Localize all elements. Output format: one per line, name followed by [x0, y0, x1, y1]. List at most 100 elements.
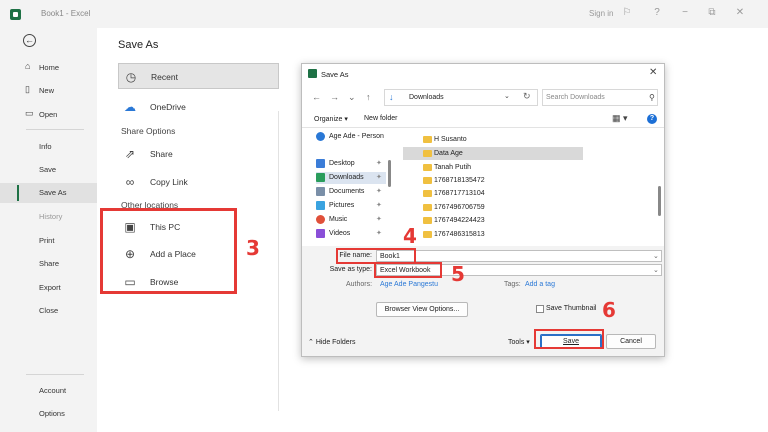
feedback-icon[interactable]: ⚐ — [620, 7, 634, 18]
save-thumbnail-label: Save Thumbnail — [546, 305, 597, 312]
tree-item-desktop[interactable]: Desktop ✦ — [316, 158, 386, 170]
nav-new[interactable]: ▯ New — [0, 81, 97, 101]
location-recent-label: Recent — [151, 72, 178, 82]
address-path-field[interactable]: ↓ Downloads — [384, 89, 538, 106]
nav-info-label: Info — [39, 142, 52, 151]
nav-share[interactable]: Share — [0, 254, 97, 274]
dialog-title-bar: Save As ✕ — [302, 64, 664, 84]
file-item[interactable]: 1767486315813 — [403, 228, 583, 241]
location-share[interactable]: ⇗ Share — [118, 141, 279, 167]
nav-info[interactable]: Info — [0, 137, 97, 157]
browser-view-options-button[interactable]: Browser View Options... — [376, 302, 468, 317]
tree-item-music[interactable]: Music ✦ — [316, 214, 386, 226]
nav-save[interactable]: Save — [0, 160, 97, 180]
recent-locations-icon[interactable]: ⌄ — [348, 92, 356, 103]
help-icon[interactable]: ? — [647, 114, 657, 124]
tree-item-onedrive[interactable]: Age Ade - Person — [316, 131, 386, 143]
file-item[interactable]: Tanah Putih — [403, 161, 583, 174]
tree-item-pictures[interactable]: Pictures ✦ — [316, 200, 386, 212]
home-icon: ⌂ — [25, 61, 31, 71]
new-file-icon: ▯ — [25, 84, 30, 94]
save-thumbnail-checkbox[interactable] — [536, 305, 544, 313]
tree-scrollbar[interactable] — [388, 160, 391, 187]
file-item[interactable]: H Susanto — [403, 133, 583, 146]
organize-button[interactable]: Organize ▾ — [314, 115, 348, 123]
file-item[interactable]: 1768718135472 — [403, 174, 583, 187]
tree-item-documents[interactable]: Documents ✦ — [316, 186, 386, 198]
location-copy-link[interactable]: ∞ Copy Link — [118, 169, 279, 195]
location-onedrive[interactable]: ☁ OneDrive — [118, 94, 279, 120]
file-item[interactable]: 1767494224423 — [403, 214, 583, 227]
file-item[interactable]: 1767496706759 — [403, 201, 583, 214]
tree-item-videos[interactable]: Videos ✦ — [316, 228, 386, 240]
refresh-icon[interactable]: ↻ — [523, 91, 531, 102]
pin-icon: ✦ — [376, 174, 382, 181]
nav-export[interactable]: Export — [0, 278, 97, 298]
nav-share-label: Share — [39, 259, 60, 268]
sign-in-link[interactable]: Sign in — [589, 9, 613, 18]
authors-value[interactable]: Age Ade Pangestu — [380, 281, 438, 288]
file-name: 1768718135472 — [434, 177, 485, 184]
back-arrow-icon[interactable]: ← — [23, 34, 36, 47]
nav-save-label: Save — [39, 165, 57, 174]
folder-icon — [423, 190, 432, 197]
folder-icon — [423, 231, 432, 238]
chevron-down-icon[interactable]: ⌄ — [653, 252, 659, 260]
file-item[interactable]: Data Age — [403, 147, 583, 160]
new-folder-button[interactable]: New folder — [364, 115, 397, 122]
location-recent[interactable]: ◷ Recent — [118, 63, 279, 89]
tags-value[interactable]: Add a tag — [525, 281, 555, 288]
chevron-down-icon[interactable]: ⌄ — [504, 92, 510, 100]
file-list-scrollbar[interactable] — [658, 186, 661, 216]
nav-options[interactable]: Options — [0, 404, 97, 424]
nav-save-as-label: Save As — [39, 188, 67, 197]
annotation-box-3 — [100, 208, 237, 294]
up-icon[interactable]: ↑ — [366, 92, 371, 102]
file-name-field[interactable]: Book1 ⌄ — [376, 250, 662, 262]
annotation-number-3: 3 — [246, 236, 260, 260]
pin-icon: ✦ — [376, 216, 382, 223]
nav-history-label: History — [39, 212, 63, 221]
back-icon[interactable]: ← — [312, 92, 321, 102]
file-item[interactable]: 1768717713104 — [403, 187, 583, 200]
cancel-button[interactable]: Cancel — [606, 334, 656, 349]
dialog-footer: ⌃ Hide Folders Tools ▾ Save Cancel — [302, 326, 664, 356]
nav-account[interactable]: Account — [0, 381, 97, 401]
search-placeholder: Search Downloads — [546, 94, 605, 101]
folder-icon — [423, 150, 432, 157]
nav-open-label: Open — [39, 110, 58, 119]
file-name: Data Age — [434, 150, 463, 157]
tree-item-label: Downloads — [329, 174, 364, 181]
nav-print[interactable]: Print — [0, 231, 97, 251]
tree-item-downloads[interactable]: Downloads ✦ — [316, 172, 386, 184]
nav-history: History — [0, 207, 97, 227]
nav-open[interactable]: ▭ Open — [0, 105, 97, 125]
search-input[interactable]: Search Downloads ⚲ — [542, 89, 658, 106]
pin-icon: ✦ — [376, 202, 382, 209]
restore-button[interactable]: ⧉ — [705, 7, 719, 18]
videos-icon — [316, 229, 325, 238]
excel-logo-icon — [308, 69, 317, 78]
address-path-text: Downloads — [409, 94, 444, 101]
tools-button[interactable]: Tools ▾ — [508, 338, 530, 346]
view-options-icon[interactable]: ▦ ▾ — [612, 113, 628, 124]
hide-folders-button[interactable]: ⌃ Hide Folders — [308, 338, 356, 346]
tools-label: Tools — [508, 339, 525, 346]
file-name: 1767494224423 — [434, 217, 485, 224]
pin-icon: ✦ — [376, 188, 382, 195]
nav-home[interactable]: ⌂ Home — [0, 58, 97, 78]
organize-label: Organize — [314, 116, 343, 123]
folder-icon — [423, 217, 432, 224]
minimize-button[interactable]: − — [678, 7, 692, 18]
tree-item-label: Desktop — [329, 160, 355, 167]
folder-icon — [423, 136, 432, 143]
pin-icon: ✦ — [376, 160, 382, 167]
nav-close[interactable]: Close — [0, 301, 97, 321]
forward-icon[interactable]: → — [330, 92, 339, 102]
dialog-close-icon[interactable]: ✕ — [649, 67, 657, 78]
close-button[interactable]: ✕ — [733, 7, 747, 18]
help-icon[interactable]: ? — [650, 7, 664, 18]
nav-save-as[interactable]: Save As — [0, 183, 97, 203]
pictures-icon — [316, 201, 325, 210]
browser-pane: Age Ade - Person Desktop ✦ Downloads ✦ D… — [302, 128, 664, 246]
